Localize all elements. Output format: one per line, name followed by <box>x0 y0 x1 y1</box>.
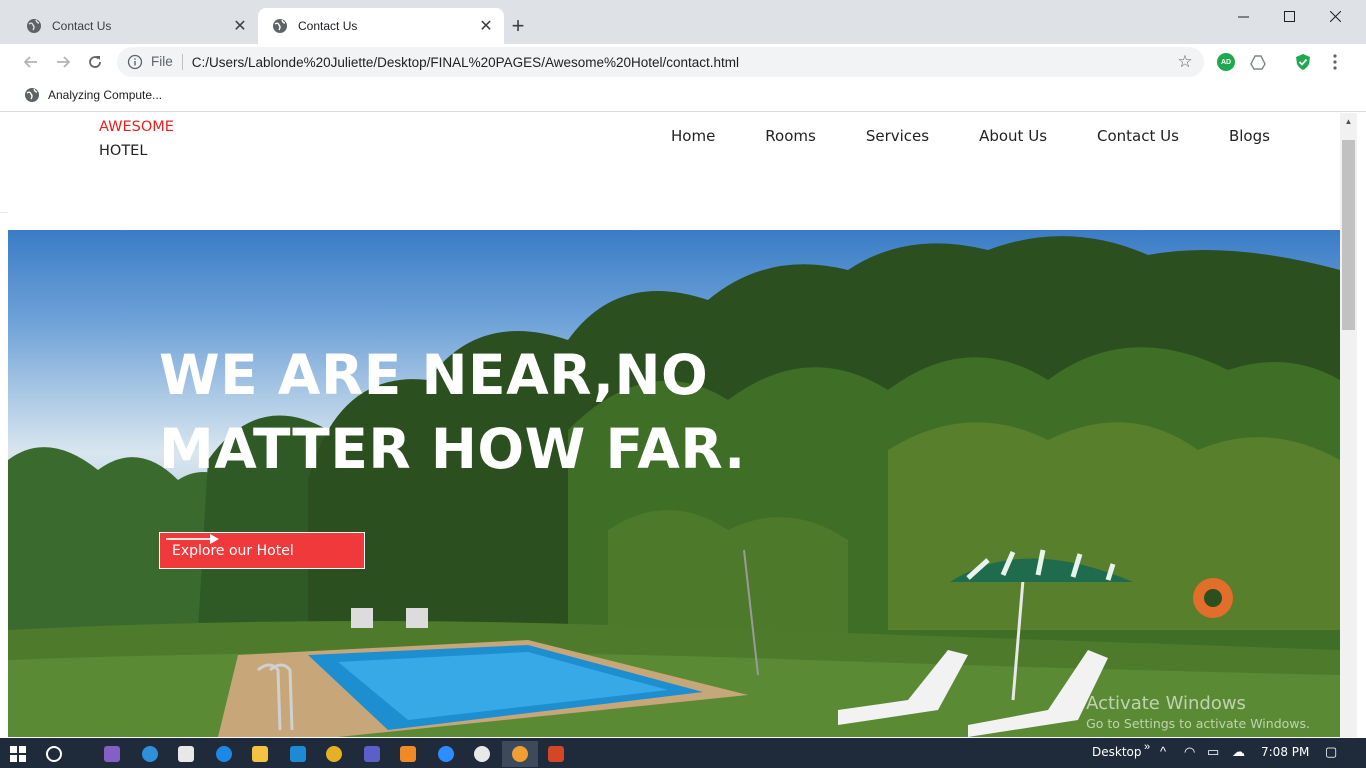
edge-icon[interactable] <box>206 741 242 767</box>
maximize-icon <box>1283 10 1295 22</box>
clock-time[interactable]: 7:08 PM <box>1261 745 1309 759</box>
window-minimize-button[interactable] <box>1220 0 1266 32</box>
nav-item-home[interactable]: Home <box>671 127 715 145</box>
close-icon <box>1329 10 1341 22</box>
nav-item-about-us[interactable]: About Us <box>979 127 1047 145</box>
chevron-up-icon[interactable]: ^ <box>1160 744 1166 759</box>
store-icon[interactable] <box>168 741 204 767</box>
extension-ad-icon[interactable]: AD <box>1217 53 1235 71</box>
activate-windows-watermark: Activate Windows Go to Settings to activ… <box>1086 693 1310 733</box>
close-icon[interactable]: ✕ <box>228 14 252 38</box>
scroll-thumb[interactable] <box>1342 140 1355 330</box>
reload-icon <box>89 56 101 68</box>
logo-line-hotel: HOTEL <box>99 143 148 159</box>
explore-hotel-button[interactable]: Explore our Hotel <box>159 532 365 569</box>
scroll-up-icon[interactable]: ▲ <box>1340 113 1357 130</box>
page-gutter <box>0 113 8 737</box>
sublime-icon[interactable] <box>390 741 426 767</box>
globe-icon <box>27 19 41 33</box>
nav-item-contact-us[interactable]: Contact Us <box>1097 127 1179 145</box>
vscode-icon[interactable] <box>280 741 316 767</box>
battery-icon[interactable]: ▭ <box>1207 744 1219 760</box>
brave-icon[interactable] <box>502 741 538 767</box>
info-icon[interactable] <box>127 54 143 70</box>
arrow-left-icon <box>23 56 37 68</box>
back-button[interactable] <box>17 48 45 76</box>
file-explorer-icon[interactable] <box>242 741 278 767</box>
shield-icon <box>1296 54 1310 70</box>
globe-icon <box>25 88 39 102</box>
star-icon[interactable]: ☆ <box>1170 47 1200 77</box>
zoom-icon[interactable] <box>428 741 464 767</box>
minimize-icon <box>1237 16 1249 17</box>
chrome-icon[interactable] <box>316 741 352 767</box>
url-scheme-label: File <box>151 54 183 70</box>
reload-button[interactable] <box>81 48 109 76</box>
browser-tab-active[interactable]: Contact Us ✕ <box>258 8 504 44</box>
watermark-title: Activate Windows <box>1086 693 1246 714</box>
tab-title: Contact Us <box>52 19 112 33</box>
nav-item-blogs[interactable]: Blogs <box>1229 127 1270 145</box>
window-close-button[interactable] <box>1312 0 1358 32</box>
logo-line-awesome: AWESOME <box>99 119 174 135</box>
notifications-icon[interactable]: ▢ <box>1325 744 1337 760</box>
page-scrollbar[interactable]: ▲ <box>1340 113 1357 737</box>
hotel-page: AWESOME HOTEL Home Rooms Services About … <box>8 113 1340 737</box>
bookmark-label: Analyzing Compute... <box>48 88 163 102</box>
extension-shield-icon[interactable] <box>1294 53 1312 71</box>
browser-menu-button[interactable] <box>1324 50 1346 74</box>
forward-button[interactable] <box>49 48 77 76</box>
watermark-subtitle: Go to Settings to activate Windows. <box>1086 716 1310 731</box>
arrow-right-icon <box>166 534 219 544</box>
search-icon[interactable] <box>36 741 72 767</box>
extension-drive-icon[interactable] <box>1249 53 1267 71</box>
more-vert-icon <box>1333 54 1337 70</box>
hero-headline: WE ARE NEAR,NO MATTER HOW FAR. <box>159 338 799 486</box>
slack-icon[interactable] <box>464 741 500 767</box>
page-viewport: AWESOME HOTEL Home Rooms Services About … <box>0 113 1366 737</box>
extension-ad-label: AD <box>1220 58 1232 66</box>
browser-tab[interactable]: Contact Us ✕ <box>12 8 258 44</box>
nav-item-services[interactable]: Services <box>866 127 929 145</box>
chevron-right-icon[interactable]: » <box>1144 741 1150 753</box>
desktop-toolbar-label[interactable]: Desktop <box>1092 745 1142 759</box>
address-bar[interactable]: File C:/Users/Lablonde%20Juliette/Deskto… <box>117 47 1204 77</box>
nav-item-rooms[interactable]: Rooms <box>765 127 816 145</box>
wifi-icon[interactable]: ◠ <box>1184 744 1195 760</box>
globe-icon <box>273 19 287 33</box>
drive-icon <box>1250 55 1266 70</box>
powerpoint-icon[interactable] <box>538 741 574 767</box>
browser-toolbar: File C:/Users/Lablonde%20Juliette/Deskto… <box>0 44 1366 80</box>
visual-studio-icon[interactable] <box>94 741 130 767</box>
windows-taskbar: Desktop » ^ ◠ ▭ ☁ 7:08 PM ▢ <box>0 738 1366 768</box>
main-nav: Home Rooms Services About Us Contact Us … <box>671 127 1270 145</box>
hero-headline-line-2: MATTER HOW FAR. <box>159 417 746 481</box>
browser-tabstrip: Contact Us ✕ Contact Us ✕ + <box>0 0 1366 44</box>
url-text[interactable]: C:/Users/Lablonde%20Juliette/Desktop/FIN… <box>192 55 1170 70</box>
onedrive-icon[interactable] <box>132 741 168 767</box>
window-maximize-button[interactable] <box>1266 0 1312 32</box>
bookmark-item[interactable]: Analyzing Compute... <box>24 87 162 103</box>
new-tab-button[interactable]: + <box>506 13 530 38</box>
teams-icon[interactable] <box>354 741 390 767</box>
windows-start-icon[interactable] <box>0 741 36 767</box>
hero-headline-line-1: WE ARE NEAR,NO <box>159 343 709 407</box>
bookmarks-bar: Analyzing Compute... <box>0 80 1366 112</box>
site-logo[interactable]: AWESOME HOTEL <box>99 115 174 163</box>
close-icon[interactable]: ✕ <box>474 14 498 38</box>
cloud-icon[interactable]: ☁ <box>1232 744 1245 760</box>
tab-title: Contact Us <box>298 19 358 33</box>
hero-banner: WE ARE NEAR,NO MATTER HOW FAR. Explore o… <box>8 230 1340 737</box>
arrow-right-icon <box>57 56 71 68</box>
